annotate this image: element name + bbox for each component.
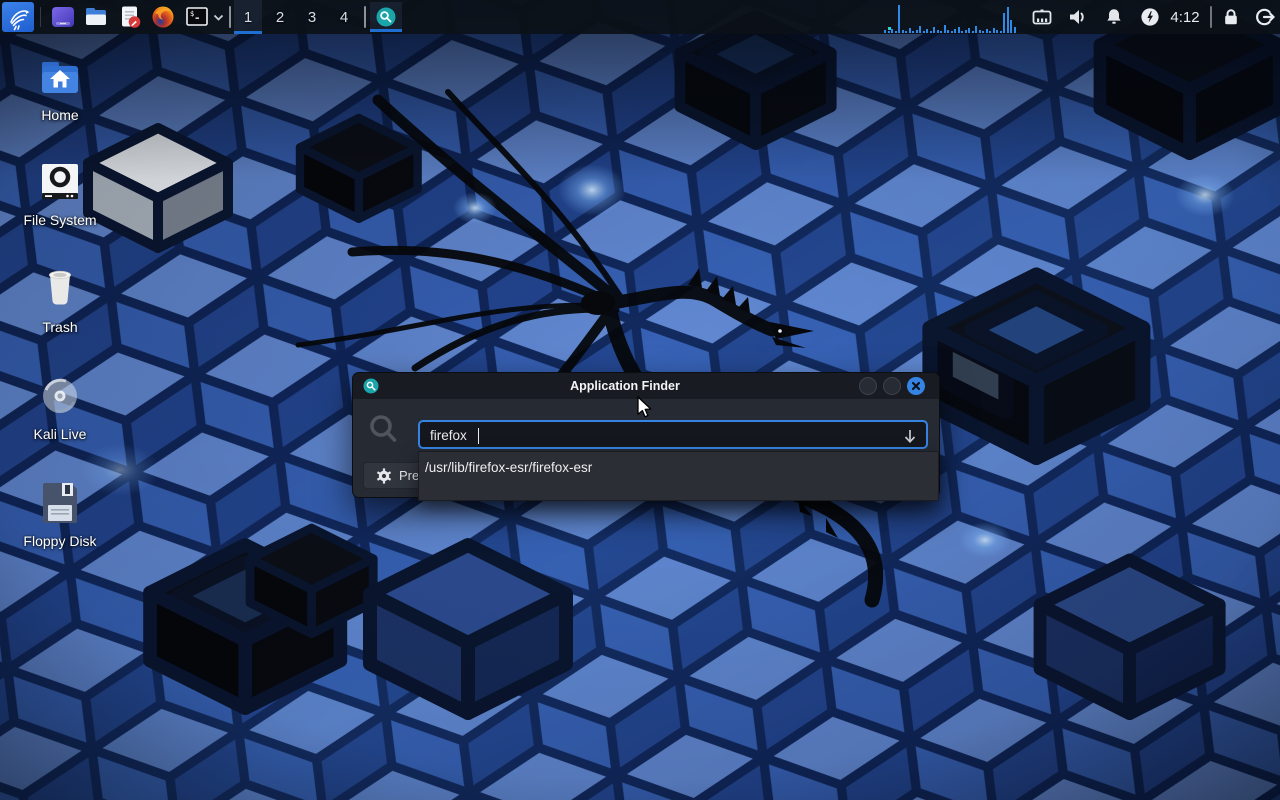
notifications-bell-icon [1103,6,1125,28]
terminal-icon: $ [185,5,209,29]
launcher-terminal[interactable]: $ [182,2,212,32]
desktop-icon [51,5,75,29]
cpu-graph[interactable] [884,0,1022,33]
document-edit-icon [118,5,142,29]
workspace-label: 4 [340,9,348,26]
top-panel: $ 1 2 3 4 [0,0,1280,34]
power-manager-tray-button[interactable] [1135,0,1165,34]
desktop-icon-kali-live[interactable]: Kali Live [12,372,108,442]
home-folder-icon [36,53,84,101]
floppy-icon [36,479,84,527]
workspace-1[interactable]: 1 [234,0,262,34]
volume-icon [1067,6,1089,28]
minimize-button[interactable] [859,377,877,395]
terminal-dropdown-button[interactable] [210,2,226,32]
lock-icon [1220,6,1242,28]
notifications-tray-button[interactable] [1099,0,1129,34]
launcher-text-editor[interactable] [115,2,145,32]
panel-separator [40,7,41,27]
active-workspace-underline [234,31,262,34]
cpu-graph-marker [888,27,891,30]
launcher-desktop[interactable] [48,2,78,32]
clock-text: 4:12 [1170,9,1199,26]
desktop-icon-floppy-disk[interactable]: Floppy Disk [12,479,108,549]
suggestion-item[interactable]: /usr/lib/firefox-esr/firefox-esr [425,460,592,475]
text-caret [478,428,479,444]
active-task-underline [370,29,402,32]
desktop-icon-label: Kali Live [34,426,87,442]
svg-text:$: $ [190,10,194,18]
drive-icon [36,158,84,206]
magnifier-icon [375,6,397,28]
clock[interactable]: 4:12 [1166,0,1204,34]
desktop-icon-label: File System [23,212,96,228]
panel-separator [1210,6,1212,28]
history-dropdown-arrow-icon[interactable] [903,428,917,445]
desktop-icon-file-system[interactable]: File System [12,158,108,228]
disc-icon [36,372,84,420]
close-button[interactable] [907,377,925,395]
gear-icon [376,468,392,484]
workspace-label: 2 [276,9,284,26]
chevron-down-icon [213,14,224,21]
panel-separator [229,6,231,28]
trash-icon [36,265,84,313]
search-input-value: firefox [430,426,467,446]
mouse-cursor [634,396,656,420]
network-icon [1031,6,1053,28]
launcher-file-manager[interactable] [81,2,111,32]
maximize-button[interactable] [883,377,901,395]
desktop-icon-label: Trash [42,319,77,335]
desktop-icon-trash[interactable]: Trash [12,265,108,335]
desktop-icon-label: Floppy Disk [23,533,96,549]
search-suggestions-popup: /usr/lib/firefox-esr/firefox-esr [418,451,939,501]
desktop-icon-label: Home [41,107,78,123]
lock-screen-button[interactable] [1216,0,1246,34]
taskbar-application-finder[interactable] [370,2,402,32]
workspace-4[interactable]: 4 [330,0,358,34]
logout-icon [1254,6,1276,28]
launcher-firefox[interactable] [148,2,178,32]
window-title: Application Finder [353,373,897,399]
power-manager-icon [1139,6,1161,28]
volume-tray-button[interactable] [1063,0,1093,34]
search-input[interactable]: firefox [418,420,928,449]
close-icon [907,377,925,395]
folder-icon [84,5,108,29]
panel-separator [364,6,366,28]
logout-button[interactable] [1250,0,1280,34]
network-tray-button[interactable] [1027,0,1057,34]
workspace-label: 3 [308,9,316,26]
workspace-2[interactable]: 2 [266,0,294,34]
application-finder-window: Application Finder firefox [352,372,940,498]
search-icon [367,413,401,449]
firefox-icon [151,5,175,29]
workspace-label: 1 [244,9,252,26]
workspace-3[interactable]: 3 [298,0,326,34]
kali-menu-button[interactable] [2,2,34,32]
desktop-icon-home[interactable]: Home [12,53,108,123]
kali-dragon-icon [4,3,32,31]
